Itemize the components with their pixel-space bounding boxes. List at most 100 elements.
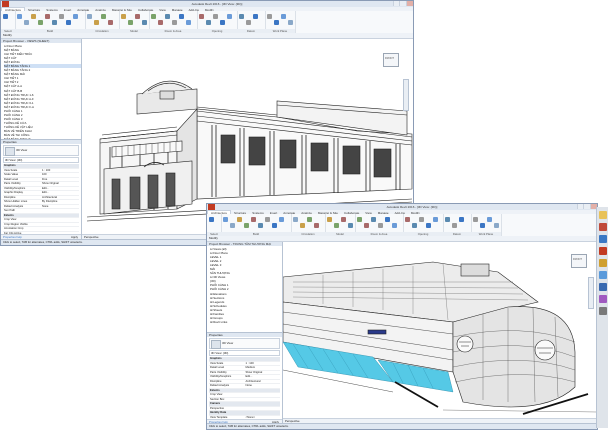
ribbon-tool-icon[interactable]: [267, 14, 272, 19]
ribbon-tool-icon[interactable]: [158, 20, 163, 25]
ribbon-tool-icon[interactable]: [426, 223, 431, 228]
ribbon-tool-icon[interactable]: [230, 223, 235, 228]
ribbon-tool-icon[interactable]: [293, 217, 298, 222]
ribbon-tool-icon[interactable]: [179, 14, 184, 19]
ribbon-tool-icon[interactable]: [87, 14, 92, 19]
close-button[interactable]: [406, 1, 413, 6]
ribbon-tool-icon[interactable]: [59, 14, 64, 19]
ribbon-panel: Select: [207, 214, 222, 236]
ribbon-tool-icon[interactable]: [405, 217, 410, 222]
ribbon-tool-icon[interactable]: [172, 20, 177, 25]
ribbon-tool-icon[interactable]: [288, 20, 293, 25]
ribbon-tool-icon[interactable]: [480, 223, 485, 228]
ribbon-tool-icon[interactable]: [364, 223, 369, 228]
ribbon-tool-icon[interactable]: [206, 20, 211, 25]
maximize-button[interactable]: [399, 1, 406, 6]
ribbon-tool-icon[interactable]: [258, 223, 263, 228]
ribbon-tool-icon[interactable]: [274, 20, 279, 25]
ribbon-tool-icon[interactable]: [265, 217, 270, 222]
ribbon-tool-icon[interactable]: [186, 20, 191, 25]
ribbon-tool-icon[interactable]: [246, 20, 251, 25]
ribbon-tool-icon[interactable]: [357, 217, 362, 222]
ribbon-tool-icon[interactable]: [327, 217, 332, 222]
ribbon-tool-icon[interactable]: [445, 217, 450, 222]
type-selector[interactable]: 3D View: [3, 145, 79, 156]
ribbon-tool-icon[interactable]: [227, 14, 232, 19]
ribbon-tool-icon[interactable]: [392, 223, 397, 228]
view-cube[interactable]: FRONT: [571, 254, 587, 268]
ribbon-tool-icon[interactable]: [251, 217, 256, 222]
ribbon-panel: Room & Area: [149, 11, 198, 33]
instance-filter[interactable]: 3D View: {3D}: [3, 157, 79, 163]
maximize-button[interactable]: [583, 204, 590, 209]
view-cube[interactable]: FRONT: [383, 53, 399, 67]
drawing-area[interactable]: FRONT: [283, 242, 597, 418]
mall-3d-model: [283, 261, 597, 415]
properties-title: Properties: [207, 333, 282, 337]
ribbon-tool-icon[interactable]: [101, 14, 106, 19]
ribbon-tool-icon[interactable]: [487, 217, 492, 222]
ribbon-tool-icon[interactable]: [135, 14, 140, 19]
ribbon-tool-icon[interactable]: [253, 14, 258, 19]
paint-icon[interactable]: [599, 271, 607, 279]
ribbon-tool-icon[interactable]: [300, 223, 305, 228]
ribbon-tool-icon[interactable]: [244, 223, 249, 228]
ribbon-tool-icon[interactable]: [307, 217, 312, 222]
ribbon-tool-icon[interactable]: [452, 223, 457, 228]
ribbon-tool-icon[interactable]: [237, 217, 242, 222]
ribbon-tool-icon[interactable]: [433, 217, 438, 222]
ribbon-tool-icon[interactable]: [165, 14, 170, 19]
ribbon-tool-icon[interactable]: [314, 223, 319, 228]
ribbon-tool-icon[interactable]: [371, 217, 376, 222]
ribbon-tool-icon[interactable]: [412, 223, 417, 228]
ribbon-tool-icon[interactable]: [341, 217, 346, 222]
ribbon-tool-icon[interactable]: [209, 217, 214, 222]
browser-icon[interactable]: [599, 235, 607, 243]
ribbon-tool-icon[interactable]: [419, 217, 424, 222]
ribbon-tool-icon[interactable]: [378, 223, 383, 228]
ribbon-tool-icon[interactable]: [281, 14, 286, 19]
ribbon-tool-icon[interactable]: [38, 20, 43, 25]
ribbon-tool-icon[interactable]: [142, 20, 147, 25]
ribbon-tool-icon[interactable]: [94, 20, 99, 25]
ribbon-tool-icon[interactable]: [151, 14, 156, 19]
ribbon-tool-icon[interactable]: [239, 14, 244, 19]
revit-icon[interactable]: [599, 247, 607, 255]
ribbon-tool-icon[interactable]: [494, 223, 499, 228]
cad-icon[interactable]: [599, 283, 607, 291]
ribbon-panel: Datum: [443, 214, 472, 236]
ribbon-tool-icon[interactable]: [121, 14, 126, 19]
ribbon-tool-icon[interactable]: [66, 20, 71, 25]
ribbon-tool-icon[interactable]: [459, 217, 464, 222]
ribbon-panel: Datum: [237, 11, 266, 33]
navigation-bar[interactable]: [403, 79, 409, 111]
type-selector[interactable]: 3D View: [209, 338, 280, 349]
browser-tree-item[interactable]: ⊞ Revit Links: [210, 320, 282, 324]
navigation-bar[interactable]: [588, 277, 594, 309]
ribbon-tool-icon[interactable]: [3, 14, 8, 19]
ribbon-tool-icon[interactable]: [272, 223, 277, 228]
media-icon[interactable]: [599, 259, 607, 267]
folder-icon[interactable]: [599, 211, 607, 219]
chat-icon[interactable]: [599, 295, 607, 303]
ribbon-tool-icon[interactable]: [31, 14, 36, 19]
ribbon-tool-icon[interactable]: [17, 14, 22, 19]
ribbon-tool-icon[interactable]: [108, 20, 113, 25]
ribbon-tool-icon[interactable]: [348, 223, 353, 228]
ribbon-tool-icon[interactable]: [279, 217, 284, 222]
ribbon-tool-icon[interactable]: [52, 20, 57, 25]
ribbon-tool-icon[interactable]: [73, 14, 78, 19]
ribbon-tool-icon[interactable]: [24, 20, 29, 25]
ribbon-tool-icon[interactable]: [385, 217, 390, 222]
ribbon-tool-icon[interactable]: [473, 217, 478, 222]
ribbon-tool-icon[interactable]: [220, 20, 225, 25]
ribbon-tool-icon[interactable]: [199, 14, 204, 19]
ribbon-tool-icon[interactable]: [223, 217, 228, 222]
settings-icon[interactable]: [599, 307, 607, 315]
ribbon-tool-icon[interactable]: [128, 20, 133, 25]
instance-filter[interactable]: 3D View: {3D}: [209, 350, 280, 356]
ribbon-tool-icon[interactable]: [213, 14, 218, 19]
ribbon-tool-icon[interactable]: [334, 223, 339, 228]
explorer-icon[interactable]: [599, 223, 607, 231]
ribbon-tool-icon[interactable]: [45, 14, 50, 19]
